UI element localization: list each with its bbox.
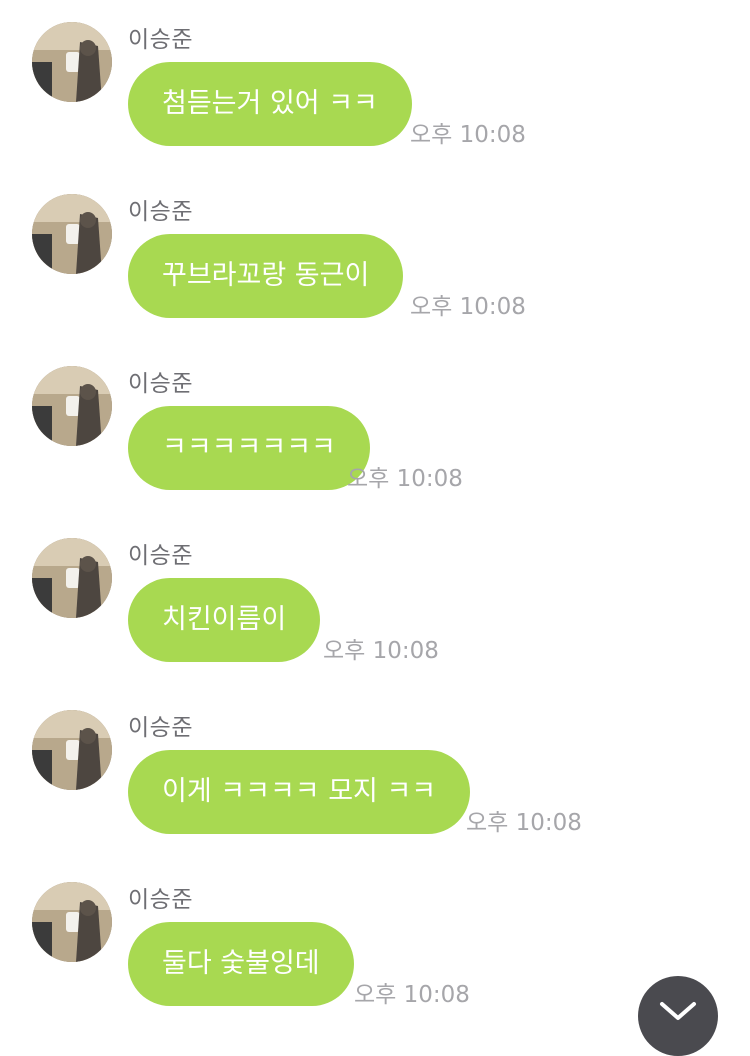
avatar[interactable] <box>32 710 112 790</box>
message-bubble[interactable]: 이게 ㅋㅋㅋㅋ 모지 ㅋㅋ <box>128 750 471 834</box>
message-time: 오후 10:08 <box>354 982 470 1008</box>
avatar[interactable] <box>32 194 112 274</box>
chevron-down-icon <box>660 1002 696 1020</box>
message-time: 오후 10:08 <box>347 466 463 492</box>
message-bubble[interactable]: 첨듣는거 있어 ㅋㅋ <box>128 62 412 146</box>
chat-message: 이승준 둘다 숯불잉데 오후 10:08 <box>0 860 750 1032</box>
sender-name: 이승준 <box>128 715 193 741</box>
chat-message: 이승준 첨듣는거 있어 ㅋㅋ 오후 10:08 <box>0 0 750 172</box>
message-bubble[interactable]: 꾸브라꼬랑 동근이 <box>128 234 404 318</box>
message-bubble[interactable]: 치킨이름이 <box>128 578 321 662</box>
chat-message: 이승준 이게 ㅋㅋㅋㅋ 모지 ㅋㅋ 오후 10:08 <box>0 688 750 860</box>
avatar[interactable] <box>32 538 112 618</box>
message-bubble[interactable]: ㅋㅋㅋㅋㅋㅋㅋ <box>128 406 370 490</box>
avatar[interactable] <box>32 22 112 102</box>
sender-name: 이승준 <box>128 543 193 569</box>
chat-message-list: 이승준 첨듣는거 있어 ㅋㅋ 오후 10:08 이승준 꾸브라꼬랑 동근이 오후… <box>0 0 750 1032</box>
chat-message: 이승준 ㅋㅋㅋㅋㅋㅋㅋ 오후 10:08 <box>0 344 750 516</box>
sender-name: 이승준 <box>128 199 193 225</box>
message-time: 오후 10:08 <box>323 638 439 664</box>
message-time: 오후 10:08 <box>466 810 582 836</box>
sender-name: 이승준 <box>128 27 193 53</box>
avatar[interactable] <box>32 882 112 962</box>
avatar[interactable] <box>32 366 112 446</box>
message-time: 오후 10:08 <box>410 294 526 320</box>
chat-message: 이승준 꾸브라꼬랑 동근이 오후 10:08 <box>0 172 750 344</box>
message-time: 오후 10:08 <box>410 122 526 148</box>
sender-name: 이승준 <box>128 371 193 397</box>
scroll-to-bottom-button[interactable] <box>638 976 718 1056</box>
message-bubble[interactable]: 둘다 숯불잉데 <box>128 922 354 1006</box>
sender-name: 이승준 <box>128 887 193 913</box>
chat-message: 이승준 치킨이름이 오후 10:08 <box>0 516 750 688</box>
